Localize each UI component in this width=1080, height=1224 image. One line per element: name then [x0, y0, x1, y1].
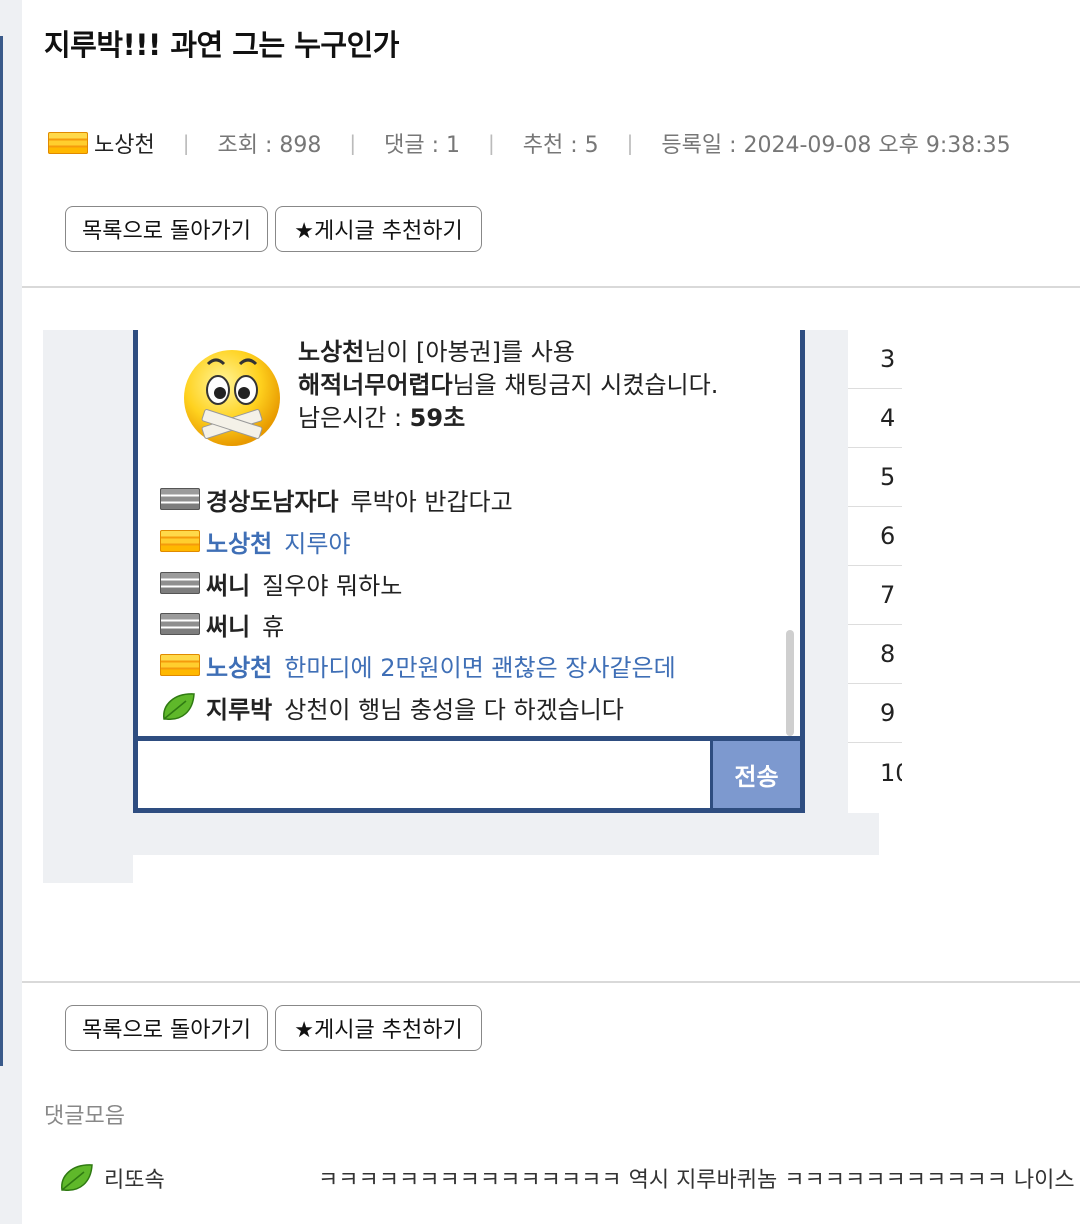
meta-separator: | — [488, 131, 495, 155]
chat-line: 노상천 지루야 — [160, 524, 351, 558]
recommend-post-button[interactable]: ★게시글 추천하기 — [275, 206, 482, 252]
comments-header: 댓글모음 — [44, 1104, 125, 1129]
chat-nick[interactable]: 지루박 — [206, 690, 272, 725]
leaf-icon — [61, 1164, 93, 1191]
back-to-list-button[interactable]: 목록으로 돌아가기 — [65, 206, 268, 252]
comment-author-name: 리또속 — [104, 1168, 165, 1193]
notice-user: 노상천 — [298, 338, 365, 366]
chat-nick[interactable]: 써니 — [206, 607, 250, 642]
chat-nick[interactable]: 노상천 — [206, 648, 272, 683]
chat-nick[interactable]: 써니 — [206, 566, 250, 601]
chat-text: 지루야 — [284, 529, 351, 558]
recommend-post-button[interactable]: ★게시글 추천하기 — [275, 1005, 482, 1051]
chat-input[interactable] — [138, 741, 710, 808]
row-number-column: 3 4 5 6 7 8 9 10 — [848, 330, 902, 813]
divider — [22, 981, 1080, 983]
remaining-time-label: 남은시간 : — [298, 404, 410, 432]
chat-ban-notice: 노상천님이 [아봉권]를 사용 해적너무어렵다님을 채팅금지 시켰습니다. 남은… — [298, 336, 768, 435]
gold-level-icon — [160, 654, 200, 676]
meta-separator: | — [349, 131, 357, 155]
back-to-list-button[interactable]: 목록으로 돌아가기 — [65, 1005, 268, 1051]
post-date: 등록일 : 2024-09-08 오후 9:38:35 — [661, 133, 1011, 158]
row-number: 10 — [880, 758, 902, 787]
chat-text: 루박아 반갑다고 — [350, 487, 513, 516]
post-meta: 노상천 | 조회 : 898 | 댓글 : 1 | 추천 : 5 | 등록일 :… — [48, 126, 1011, 160]
gray-level-icon — [160, 488, 200, 510]
gold-level-icon — [160, 530, 200, 552]
left-rail — [0, 0, 22, 1224]
chat-line: 경상도남자다 루박아 반갑다고 — [160, 482, 513, 516]
chat-text: 휴 — [262, 612, 285, 641]
screenshot-background — [43, 855, 133, 883]
row-number: 6 — [848, 507, 902, 566]
author[interactable]: 노상천 — [48, 127, 155, 159]
chat-line: 써니 질우야 뭐하노 — [160, 566, 402, 600]
recommend-count: 추천 : 5 — [522, 133, 599, 158]
send-button[interactable]: 전송 — [710, 741, 800, 808]
row-number: 3 — [848, 330, 902, 389]
gold-level-icon — [48, 132, 88, 154]
chat-line: 지루박 상천이 행님 충성을 다 하겠습니다 — [160, 690, 624, 724]
chat-text: 질우야 뭐하노 — [262, 571, 403, 600]
chat-line: 써니 휴 — [160, 607, 284, 641]
comment-author[interactable]: 리또속 — [58, 1158, 165, 1198]
post-title: 지루박!!! 과연 그는 누구인가 — [44, 28, 399, 62]
comment-text: ㅋㅋㅋㅋㅋㅋㅋㅋㅋㅋㅋㅋㅋㅋㅋ 역시 지루바퀴놈 ㅋㅋㅋㅋㅋㅋㅋㅋㅋㅋㅋ 나이스 — [318, 1168, 1075, 1193]
row-number: 9 — [848, 684, 902, 743]
row-number: 5 — [848, 448, 902, 507]
chat-input-row: 전송 — [138, 736, 800, 808]
chat-text: 상천이 행님 충성을 다 하겠습니다 — [284, 695, 624, 724]
chat-scrollbar[interactable] — [786, 630, 794, 736]
gray-level-icon — [160, 613, 200, 635]
comments-count: 댓글 : 1 — [384, 133, 460, 158]
divider — [22, 286, 1080, 288]
sealed-lips-emoji-icon — [184, 350, 280, 446]
remaining-time-value: 59초 — [409, 404, 466, 432]
chat-screenshot-image: 노상천님이 [아봉권]를 사용 해적너무어렵다님을 채팅금지 시켰습니다. 남은… — [43, 330, 902, 883]
row-number: 8 — [848, 625, 902, 684]
chat-messages: 노상천님이 [아봉권]를 사용 해적너무어렵다님을 채팅금지 시켰습니다. 남은… — [138, 330, 793, 738]
gray-level-icon — [160, 572, 200, 594]
chat-line: 노상천 한마디에 2만원이면 괜찮은 장사같은데 — [160, 648, 676, 682]
chat-nick[interactable]: 노상천 — [206, 524, 272, 559]
leaf-icon — [163, 693, 195, 720]
views-count: 조회 : 898 — [217, 133, 322, 158]
meta-separator: | — [182, 131, 190, 155]
notice-target: 해적너무어렵다 — [298, 371, 453, 399]
author-name: 노상천 — [94, 133, 155, 158]
left-accent-bar — [0, 36, 3, 1066]
row-number: 7 — [848, 566, 902, 625]
meta-separator: | — [626, 131, 634, 155]
notice-text: 님이 [아봉권]를 사용 — [364, 338, 575, 366]
chat-nick[interactable]: 경상도남자다 — [206, 482, 338, 517]
notice-text: 님을 채팅금지 시켰습니다. — [452, 371, 719, 399]
row-number: 4 — [848, 389, 902, 448]
chat-text: 한마디에 2만원이면 괜찮은 장사같은데 — [284, 653, 676, 682]
chat-window: 노상천님이 [아봉권]를 사용 해적너무어렵다님을 채팅금지 시켰습니다. 남은… — [133, 330, 805, 813]
